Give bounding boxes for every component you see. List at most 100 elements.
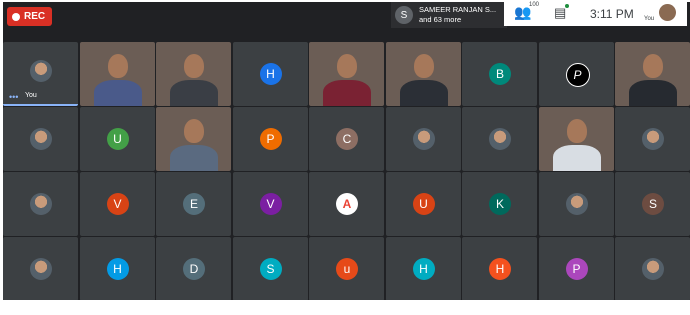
participant-tile[interactable] (385, 107, 461, 171)
presenter-avatar: S (395, 6, 413, 24)
participant-tile[interactable] (309, 42, 384, 106)
participant-tile[interactable] (156, 42, 231, 106)
participant-initial-avatar: C (336, 128, 358, 150)
participant-initial-avatar: P (565, 258, 588, 280)
participant-tile[interactable] (3, 237, 78, 301)
participant-face (413, 54, 434, 78)
self-label: You (644, 16, 655, 22)
participant-tile[interactable] (156, 107, 231, 171)
meeting-controls: 👥 100 ▤ 3:11 PM You (504, 0, 687, 26)
participant-tile[interactable]: H (385, 237, 461, 301)
participant-tile[interactable] (538, 172, 614, 236)
participant-tile[interactable]: P (538, 237, 614, 301)
self-avatar-photo (30, 60, 52, 82)
participant-tile[interactable] (538, 107, 614, 171)
participant-tile[interactable] (79, 42, 155, 106)
self-avatar[interactable] (659, 4, 676, 21)
participant-video (615, 42, 690, 106)
participant-avatar-photo (489, 128, 511, 150)
participant-face (107, 54, 128, 78)
participant-initial-avatar: U (412, 193, 435, 215)
participant-body (629, 80, 677, 106)
participant-body (323, 80, 371, 106)
participant-initial-avatar: V (259, 193, 282, 215)
presenter-text: SAMEER RANJAN S... and 63 more (419, 5, 496, 25)
self-menu-dots-icon[interactable]: ••• (9, 92, 18, 102)
participant-tile[interactable]: B (462, 42, 537, 106)
participant-tile[interactable] (3, 107, 78, 171)
participant-body (93, 80, 142, 106)
participant-body (399, 80, 448, 106)
participant-initial-avatar: H (106, 258, 129, 280)
participant-tile[interactable]: V (232, 172, 308, 236)
participant-tile[interactable]: C (309, 107, 384, 171)
participant-initial-avatar: P (259, 128, 282, 150)
participant-tile[interactable]: P (232, 107, 308, 171)
participant-initial-avatar: A (336, 193, 358, 215)
participant-initial-avatar: H (489, 258, 511, 280)
record-dot-icon (12, 12, 20, 21)
recording-badge: REC (7, 7, 53, 26)
participant-tile[interactable]: K (462, 172, 537, 236)
participant-initial-avatar: D (183, 258, 205, 280)
participant-tile[interactable]: H (232, 42, 308, 106)
participant-initial-avatar: E (183, 193, 205, 215)
participant-body (170, 80, 218, 106)
presenter-more: and 63 more (419, 15, 462, 24)
presenter-chip[interactable]: S SAMEER RANJAN S... and 63 more (391, 2, 507, 28)
participant-tile[interactable] (385, 42, 461, 106)
participant-initial-avatar: U (106, 128, 129, 150)
participant-tile[interactable]: H (462, 237, 537, 301)
participant-avatar-photo (30, 193, 52, 215)
participant-tile[interactable] (615, 42, 690, 106)
self-tile-label: You (25, 92, 37, 99)
participant-video (539, 107, 614, 171)
participant-tile[interactable] (462, 107, 537, 171)
self-tile[interactable]: ••• You (3, 42, 78, 106)
participant-initial-avatar: u (336, 258, 358, 280)
participant-tile[interactable]: u (309, 237, 384, 301)
presenter-name: SAMEER RANJAN S... (419, 5, 497, 14)
participant-tile[interactable]: H (79, 237, 155, 301)
participant-face (566, 119, 587, 143)
participant-tile[interactable]: U (79, 107, 155, 171)
participant-tile[interactable]: U (385, 172, 461, 236)
participant-face (184, 119, 204, 143)
participant-tile[interactable]: S (615, 172, 690, 236)
participant-tile[interactable]: A (309, 172, 384, 236)
participant-tile[interactable]: P (538, 42, 614, 106)
participant-video (156, 42, 231, 106)
participant-video (80, 42, 155, 106)
participant-video (386, 42, 461, 106)
participant-face (643, 54, 663, 78)
participant-initial-avatar: P (565, 63, 590, 87)
participant-avatar-photo (30, 258, 52, 280)
participant-avatar-photo (642, 128, 664, 150)
participant-initial-avatar: B (489, 63, 511, 85)
participant-tile[interactable] (615, 237, 690, 301)
self-speaking-indicator (3, 104, 78, 106)
participant-initial-avatar: S (642, 193, 664, 215)
meeting-stage: REC S SAMEER RANJAN S... and 63 more •••… (3, 2, 690, 302)
participant-video (156, 107, 231, 171)
participant-tile[interactable]: E (156, 172, 231, 236)
participant-body (170, 145, 218, 171)
participant-tile[interactable]: S (232, 237, 308, 301)
participant-tile[interactable] (615, 107, 690, 171)
participant-video (309, 42, 384, 106)
chat-notification-dot (565, 4, 569, 8)
chat-icon[interactable]: ▤ (554, 5, 566, 21)
participant-face (337, 54, 357, 78)
participant-avatar-photo (565, 193, 588, 215)
participant-tile[interactable] (3, 172, 78, 236)
participant-tile[interactable]: D (156, 237, 231, 301)
participant-body (552, 145, 601, 171)
participant-initial-avatar: S (259, 258, 282, 280)
participant-initial-avatar: K (489, 193, 511, 215)
participant-tile[interactable]: V (79, 172, 155, 236)
participant-initial-avatar: H (259, 63, 282, 85)
participants-count: 100 (529, 2, 540, 8)
participant-face (184, 54, 204, 78)
participant-initial-avatar: V (106, 193, 129, 215)
meeting-time: 3:11 PM (590, 7, 634, 21)
